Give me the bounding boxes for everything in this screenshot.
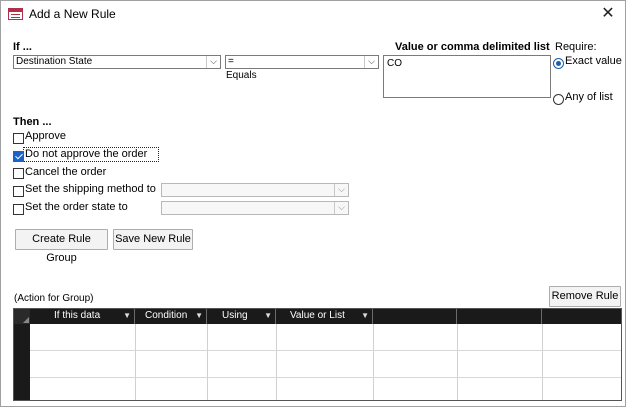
chevron-down-icon[interactable]: ⌵ [334,202,348,214]
checkbox-cancel-order-label: Cancel the order [25,166,107,178]
value-list-text: CO [387,58,402,69]
operator-caption: Equals [226,70,257,81]
checkbox-order-state[interactable] [13,204,24,215]
column-value-or-list[interactable]: Value or List ▼ [276,309,373,324]
chevron-down-icon[interactable]: ⌵ [334,184,348,196]
grid-column-divider [373,324,374,400]
column-value-or-list-label: Value or List [290,310,345,321]
save-new-rule-button[interactable]: Save New Rule [113,229,193,250]
form-icon [8,8,23,20]
sort-arrow-icon[interactable]: ▼ [123,309,131,323]
checkbox-do-not-approve-label: Do not approve the order [25,148,148,160]
column-blank-1[interactable] [373,309,457,324]
chevron-down-icon[interactable]: ⌵ [364,56,378,68]
column-condition[interactable]: Condition ▼ [135,309,207,324]
checkbox-approve[interactable] [13,133,24,144]
radio-any-of-list-label: Any of list [565,91,613,103]
column-if-this-data-label: If this data [54,310,101,321]
column-using-label: Using [222,310,248,321]
column-blank-2[interactable] [457,309,542,324]
grid-column-divider [135,324,136,400]
title-bar: Add a New Rule ✕ [1,1,625,28]
group-caption: (Action for Group) [14,293,94,304]
grid-header: If this data ▼ Condition ▼ Using ▼ Value… [14,309,621,324]
sort-arrow-icon[interactable]: ▼ [361,309,369,323]
checkbox-cancel-order[interactable] [13,168,24,179]
value-list-heading: Value or comma delimited list [395,41,550,53]
grid-column-divider [207,324,208,400]
checkbox-do-not-approve[interactable] [13,151,24,162]
grid-row-divider [30,377,621,378]
column-if-this-data[interactable]: If this data ▼ [30,309,135,324]
field-combo-value: Destination State [16,56,93,67]
select-all-corner[interactable] [14,309,30,324]
require-heading: Require: [555,41,597,53]
create-rule-group-button[interactable]: Create Rule Group [15,229,108,264]
order-state-combo[interactable]: ⌵ [161,201,349,215]
if-heading: If ... [13,41,32,53]
checkbox-approve-label: Approve [25,130,66,142]
checkbox-order-state-label: Set the order state to [25,201,128,213]
sort-arrow-icon[interactable]: ▼ [264,309,272,323]
sort-arrow-icon[interactable]: ▼ [195,309,203,323]
chevron-down-icon[interactable]: ⌵ [206,56,220,68]
close-icon[interactable]: ✕ [597,4,619,24]
column-condition-label: Condition [145,310,188,321]
operator-combo-value: = [228,56,234,67]
grid-column-divider [276,324,277,400]
then-heading: Then ... [13,116,52,128]
radio-exact-value[interactable] [553,58,564,69]
operator-combo[interactable]: = ⌵ [225,55,379,69]
grid-column-divider [542,324,543,400]
checkbox-shipping-method-label: Set the shipping method to [25,183,156,195]
radio-exact-value-label: Exact value [565,55,622,67]
grid-column-divider [457,324,458,400]
window-title: Add a New Rule [29,7,116,21]
radio-any-of-list[interactable] [553,94,564,105]
grid-row-divider [30,350,621,351]
rules-grid[interactable]: If this data ▼ Condition ▼ Using ▼ Value… [13,308,622,401]
column-using[interactable]: Using ▼ [207,309,276,324]
add-rule-dialog: Add a New Rule ✕ If ... Destination Stat… [0,0,626,407]
shipping-method-combo[interactable]: ⌵ [161,183,349,197]
remove-rule-button[interactable]: Remove Rule [549,286,621,307]
field-combo[interactable]: Destination State ⌵ [13,55,221,69]
column-blank-3[interactable] [542,309,621,324]
value-list-input[interactable]: CO [383,55,551,98]
checkbox-shipping-method[interactable] [13,186,24,197]
